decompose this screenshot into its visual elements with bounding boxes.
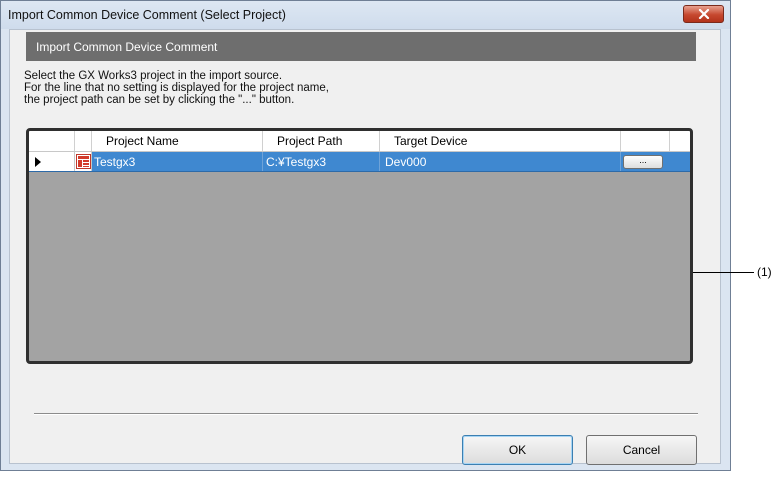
section-header: Import Common Device Comment [26,32,696,61]
browse-path-button[interactable]: ... [623,155,663,169]
column-header-target-device[interactable]: Target Device [380,131,621,151]
cancel-button[interactable]: Cancel [586,435,697,465]
close-icon [698,9,710,19]
column-header-label: Target Device [394,134,468,148]
row-selector[interactable] [29,152,75,171]
title-bar[interactable]: Import Common Device Comment (Select Pro… [1,1,730,29]
instruction-line: Select the GX Works3 project in the impo… [24,70,283,82]
separator-line [34,413,698,415]
column-header-project-name[interactable]: Project Name [92,131,263,151]
instruction-line: the project path can be set by clicking … [24,94,295,106]
row-header-corner [29,131,75,151]
column-header-browse [621,131,670,151]
close-button[interactable] [683,5,724,23]
instructions-text: Select the GX Works3 project in the impo… [24,70,329,106]
callout-leader-line [693,272,754,273]
cell-text: Testgx3 [94,155,136,169]
project-grid[interactable]: Project Name Project Path Target Device [26,128,693,364]
gx-works3-project-icon [76,154,91,169]
row-pointer-icon [35,157,41,167]
grid-header: Project Name Project Path Target Device [29,131,690,152]
callout-label: (1) [757,265,772,279]
column-header-project-path[interactable]: Project Path [263,131,380,151]
cell-text: Dev000 [385,155,427,169]
column-header-label: Project Name [106,134,179,148]
project-icon-cell [75,152,92,171]
instruction-line: For the line that no setting is displaye… [24,82,329,94]
column-header-label: Project Path [277,134,343,148]
cell-text: C:¥Testgx3 [266,155,327,169]
ok-button[interactable]: OK [462,435,573,465]
cell-target-device[interactable]: Dev000 [380,152,621,171]
cell-project-path[interactable]: C:¥Testgx3 [263,152,380,171]
cell-project-name[interactable]: Testgx3 [92,152,263,171]
icon-column-header [75,131,92,151]
window-title: Import Common Device Comment (Select Pro… [8,8,286,22]
table-row[interactable]: Testgx3 C:¥Testgx3 Dev000 ... [29,152,690,172]
